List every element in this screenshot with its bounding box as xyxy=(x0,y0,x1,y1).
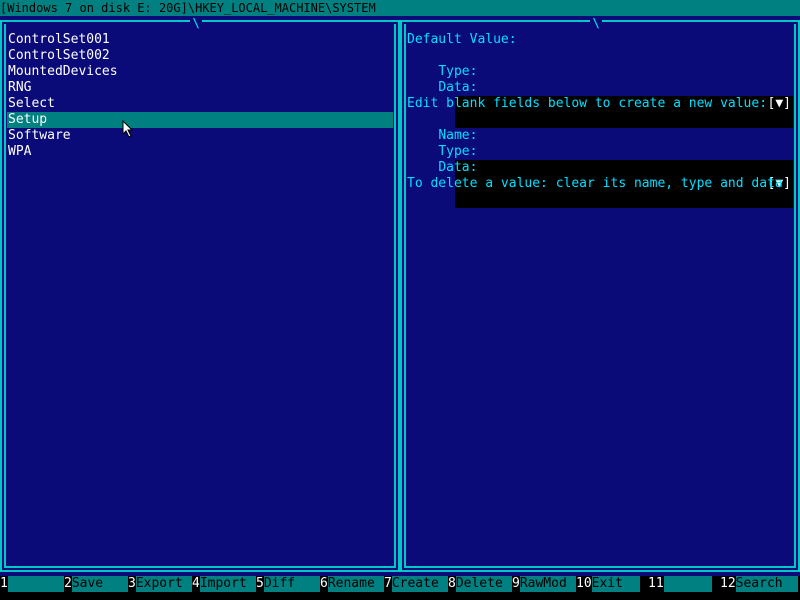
fkey-number: 5 xyxy=(256,576,264,591)
fkey-export[interactable]: 3Export xyxy=(128,576,192,592)
fkey-label xyxy=(7,576,64,592)
delete-hint: To delete a value: clear its name, type … xyxy=(407,176,783,191)
fkey-label xyxy=(663,576,712,592)
default-data-label: Data: xyxy=(438,80,478,95)
fkey-number: 8 xyxy=(448,576,456,591)
default-value-heading: Default Value: xyxy=(407,32,517,47)
scroll-indicator-icon: \ xyxy=(190,16,202,32)
tree-item-rng[interactable]: RNG xyxy=(7,80,393,96)
fkey-number: 6 xyxy=(320,576,328,591)
default-type-row: Type: [▼] xyxy=(407,48,793,112)
fkey-label: Create xyxy=(391,576,448,592)
fkey-create[interactable]: 7Create xyxy=(384,576,448,592)
fkey-number: 3 xyxy=(128,576,136,591)
new-name-row: Name: xyxy=(407,112,793,176)
tree-item-controlset001[interactable]: ControlSet001 xyxy=(7,32,393,48)
scroll-indicator-icon: \ xyxy=(590,16,602,32)
new-data-label: Data: xyxy=(438,160,478,175)
fkey-label: RawMod xyxy=(519,576,576,592)
new-value-heading: Edit blank fields below to create a new … xyxy=(407,96,768,111)
fkey-exit[interactable]: 10Exit xyxy=(576,576,640,592)
fkey-label: Delete xyxy=(455,576,512,592)
value-editor: Default Value: Type: [▼] Data: Edit blan… xyxy=(407,32,793,208)
new-data-row: Data: xyxy=(407,144,793,208)
fkey-number: 10 xyxy=(576,576,592,591)
fkey-rename[interactable]: 6Rename xyxy=(320,576,384,592)
tree-item-controlset002[interactable]: ControlSet002 xyxy=(7,48,393,64)
tree-item-setup[interactable]: Setup xyxy=(7,112,393,128)
fkey-number: 12 xyxy=(720,576,736,591)
tree-item-wpa[interactable]: WPA xyxy=(7,144,393,160)
fkey-number: 2 xyxy=(64,576,72,591)
default-data-row: Data: xyxy=(407,64,793,128)
fkey-label: Import xyxy=(199,576,256,592)
fkey-delete[interactable]: 8Delete xyxy=(448,576,512,592)
fkey-number: 4 xyxy=(192,576,200,591)
function-key-bar: 1 2Save 3Export 4Import 5Diff 6Rename 7C… xyxy=(0,576,800,600)
tree-item-mounteddevices[interactable]: MountedDevices xyxy=(7,64,393,80)
tree-item-software[interactable]: Software xyxy=(7,128,393,144)
fkey-import[interactable]: 4Import xyxy=(192,576,256,592)
fkey-diff[interactable]: 5Diff xyxy=(256,576,320,592)
window-title-bar: [Windows 7 on disk E: 20G]\HKEY_LOCAL_MA… xyxy=(0,0,800,16)
mouse-pointer-icon xyxy=(122,120,134,138)
fkey-label: Save xyxy=(71,576,128,592)
fkey-label: Search xyxy=(735,576,798,592)
fkey-label: Export xyxy=(135,576,192,592)
registry-key-list: ControlSet001 ControlSet002 MountedDevic… xyxy=(7,32,393,160)
fkey-label: Diff xyxy=(263,576,320,592)
new-type-row: Type: [▼] xyxy=(407,128,793,192)
fkey-label: Exit xyxy=(591,576,640,592)
fkey-number: 7 xyxy=(384,576,392,591)
fkey-1[interactable]: 1 xyxy=(0,576,64,592)
fkey-rawmod[interactable]: 9RawMod xyxy=(512,576,576,592)
fkey-save[interactable]: 2Save xyxy=(64,576,128,592)
fkey-number: 11 xyxy=(648,576,664,591)
fkey-search[interactable]: 12Search xyxy=(720,576,798,592)
fkey-number: 1 xyxy=(0,576,8,591)
fkey-11[interactable]: 11 xyxy=(648,576,712,592)
new-data-field[interactable] xyxy=(455,192,793,208)
new-name-field[interactable] xyxy=(455,160,793,176)
tree-item-select[interactable]: Select xyxy=(7,96,393,112)
fkey-label: Rename xyxy=(327,576,384,592)
fkey-number: 9 xyxy=(512,576,520,591)
